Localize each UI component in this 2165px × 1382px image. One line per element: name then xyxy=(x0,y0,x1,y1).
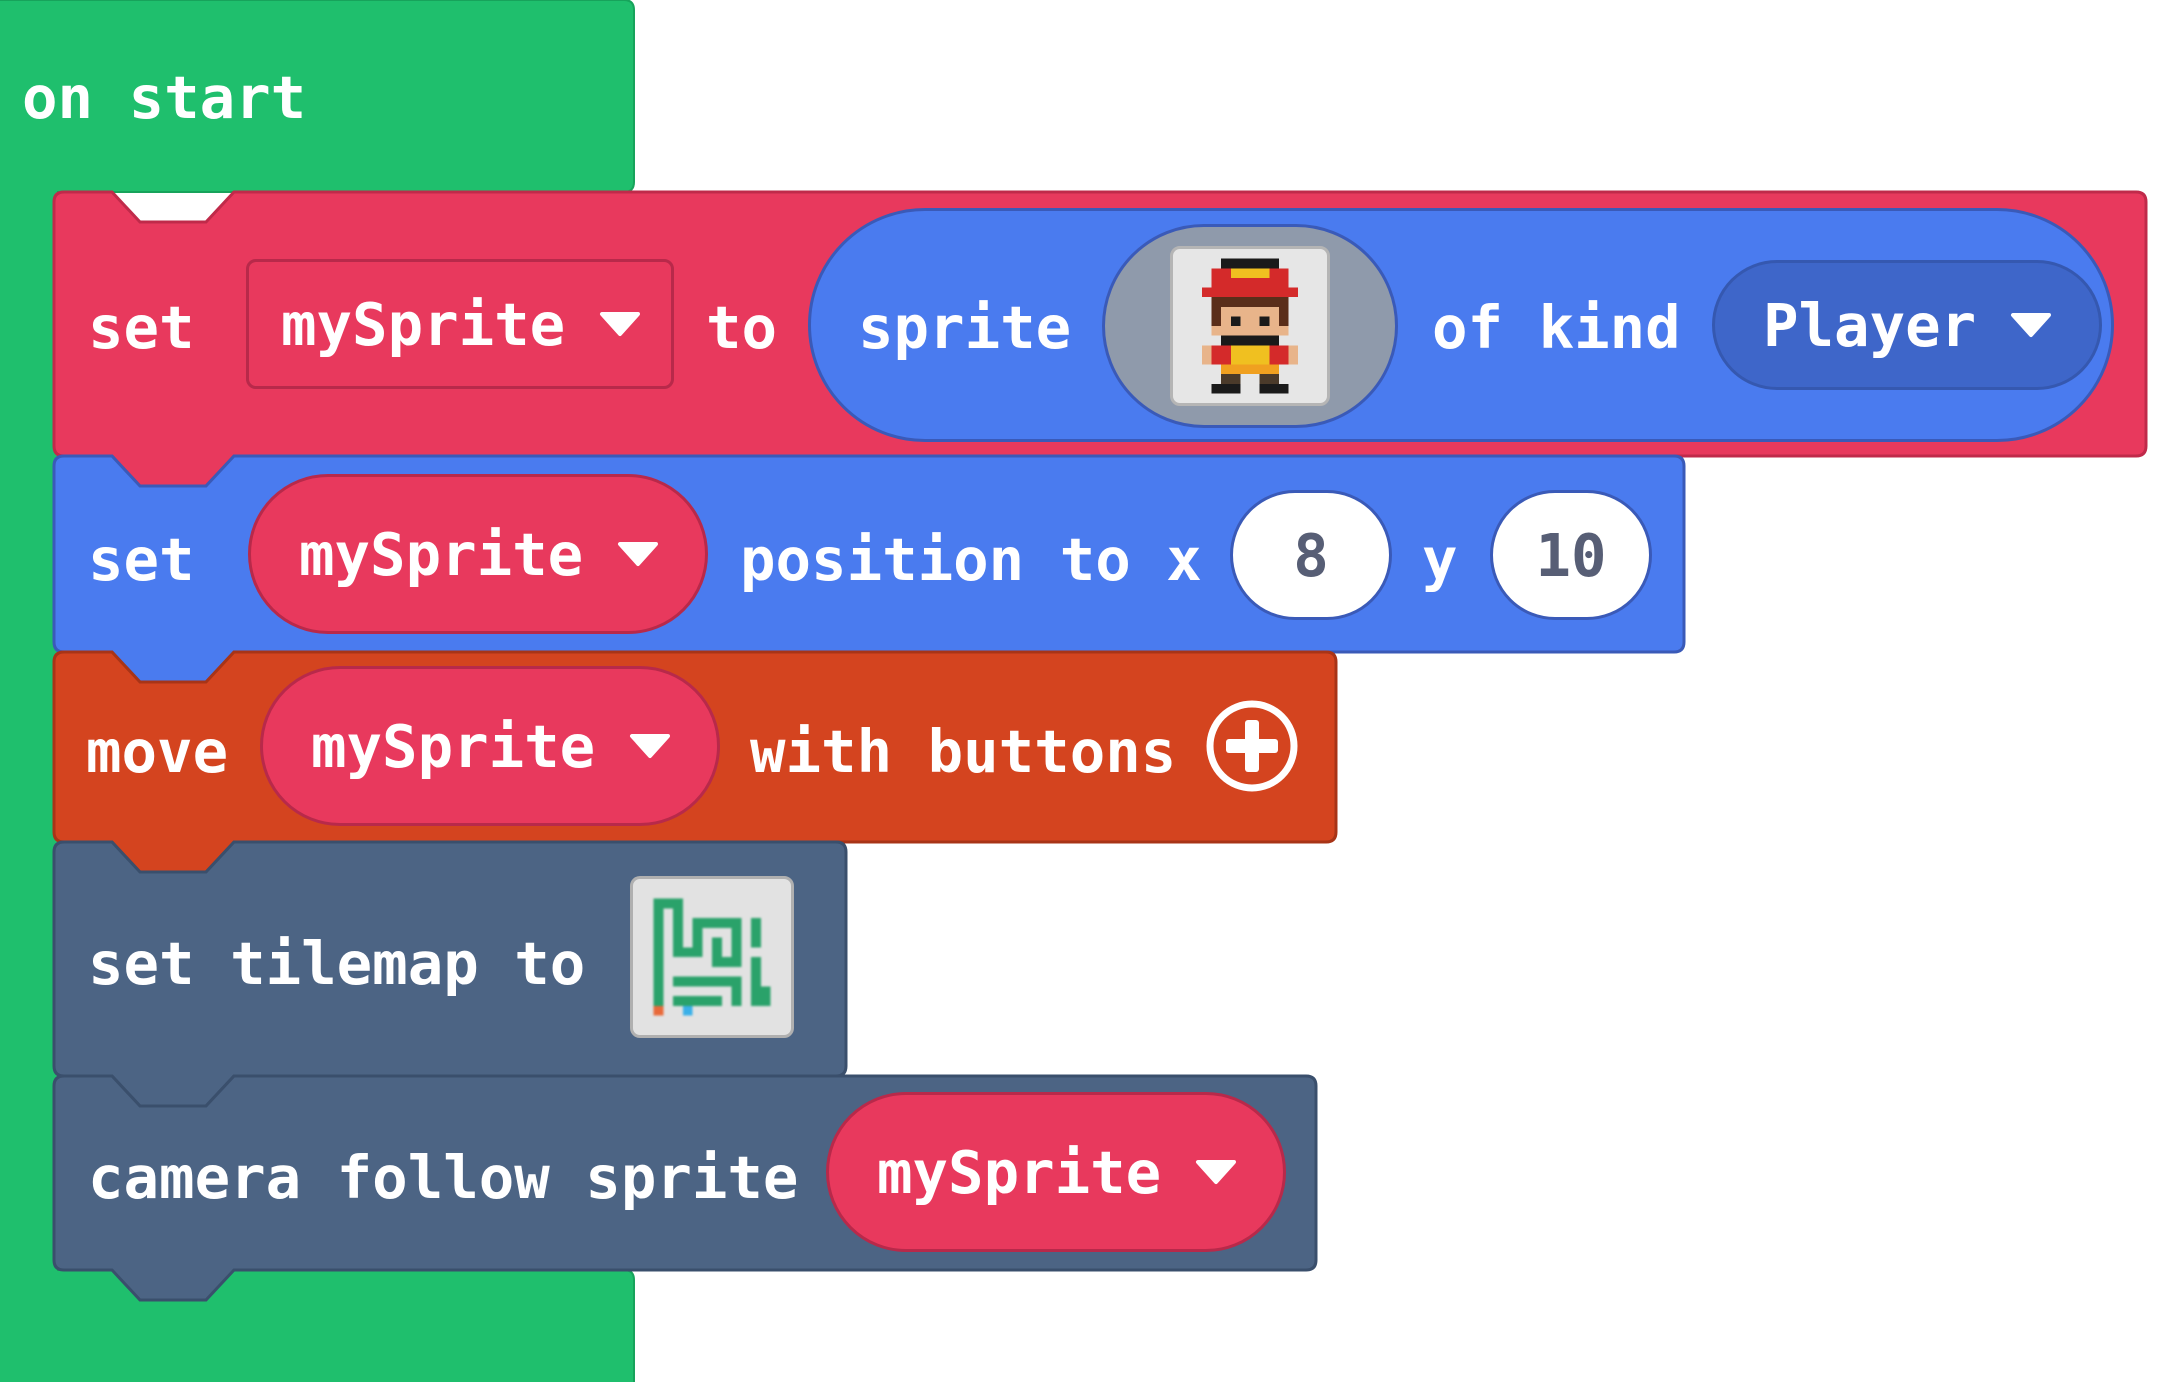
kind-dropdown[interactable]: Player xyxy=(1712,260,2102,390)
variable-dropdown-label: mySprite xyxy=(311,711,596,781)
set-keyword-position: set xyxy=(88,525,195,594)
to-keyword: to xyxy=(706,293,778,362)
plus-circle-icon[interactable] xyxy=(1204,698,1300,794)
sprite-image-thumbnail[interactable] xyxy=(1170,246,1330,406)
on-start-label: on start xyxy=(22,63,307,132)
chevron-down-icon xyxy=(2011,313,2052,337)
chevron-down-icon xyxy=(630,734,671,758)
sprite-keyword: sprite xyxy=(858,293,1072,362)
of-kind-keyword: of kind xyxy=(1432,293,1681,362)
chevron-down-icon xyxy=(618,542,659,566)
kind-dropdown-label: Player xyxy=(1763,290,1977,360)
variable-dropdown-mysprite-position[interactable]: mySprite xyxy=(248,474,708,634)
variable-dropdown-label: mySprite xyxy=(299,519,584,589)
position-to-x-keyword: position to x xyxy=(740,525,1202,594)
set-tilemap-label: set tilemap to xyxy=(88,929,586,998)
set-keyword: set xyxy=(88,293,195,362)
variable-dropdown-mysprite-move[interactable]: mySprite xyxy=(260,666,720,826)
variable-dropdown-label: mySprite xyxy=(877,1137,1162,1207)
y-number-input[interactable]: 10 xyxy=(1490,490,1652,620)
tilemap-thumbnail-icon xyxy=(653,898,771,1016)
chevron-down-icon xyxy=(600,312,641,336)
tilemap-image-field[interactable] xyxy=(630,876,794,1038)
y-keyword: y xyxy=(1422,525,1458,594)
variable-dropdown-mysprite-camera[interactable]: mySprite xyxy=(826,1092,1286,1252)
camera-follow-label: camera follow sprite xyxy=(88,1143,799,1212)
chevron-down-icon xyxy=(1196,1160,1237,1184)
with-buttons-keyword: with buttons xyxy=(750,717,1177,786)
variable-dropdown-label: mySprite xyxy=(281,289,566,359)
move-keyword: move xyxy=(86,717,229,786)
variable-dropdown-mysprite[interactable]: mySprite xyxy=(246,259,674,389)
pixel-character-icon xyxy=(1201,258,1299,394)
x-number-input[interactable]: 8 xyxy=(1230,490,1392,620)
